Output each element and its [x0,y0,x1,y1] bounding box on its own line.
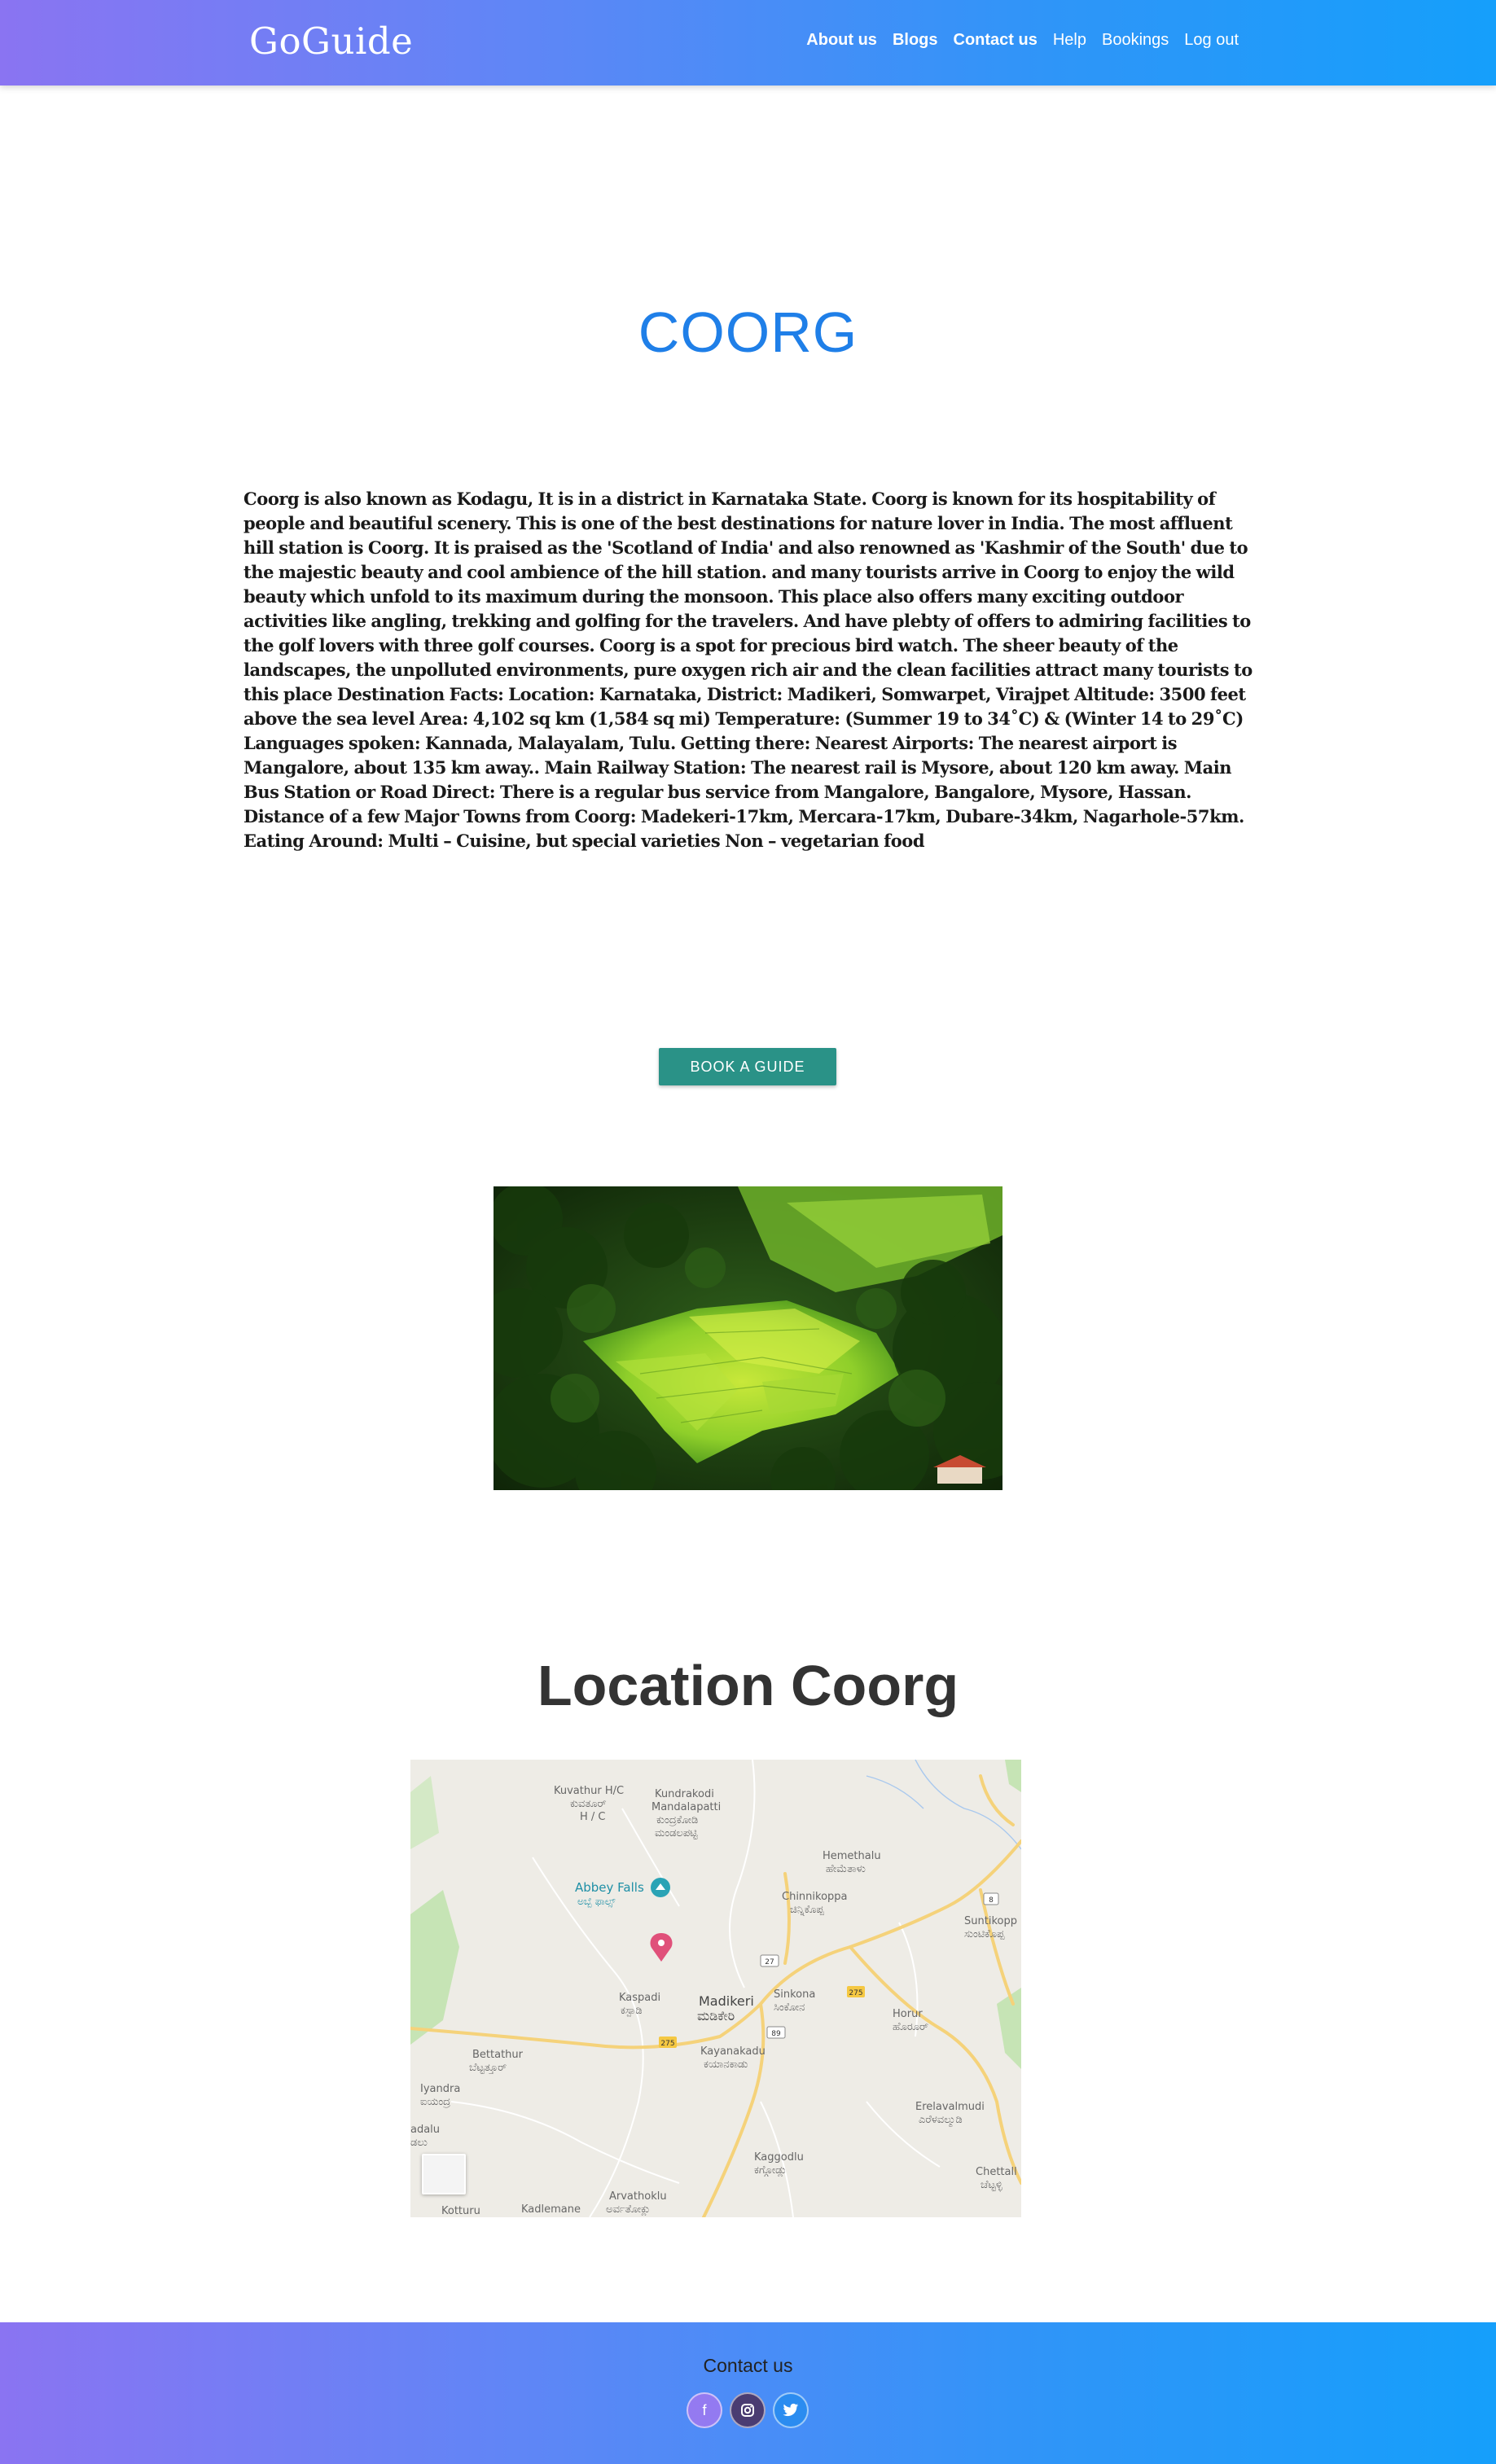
map-label-kaspadi-kn: ಕಸ್ಪಾಡಿ [621,2005,643,2018]
nav-bookings[interactable]: Bookings [1102,31,1169,50]
map-label-bettathur: Bettathur [472,2049,524,2061]
map-fullscreen-control[interactable] [422,2154,466,2194]
brand-logo[interactable]: GoGuide [249,20,413,63]
map-poi-abbey-falls-icon[interactable] [651,1878,670,1897]
location-title: Location Coorg [537,1654,959,1717]
map-label-kaggodlu-kn: ಕಗ್ಗೋಡ್ಲು [754,2164,787,2177]
map-label-kuvathur-kn: ಕುವತೂರ್ [570,1798,607,1810]
map-label-madikeri-kn: ಮಡಿಕೇರಿ [697,2008,735,2023]
map-label-mandalapatti: Mandalapatti [651,1801,721,1813]
map-shield-275b: 275 [660,2040,674,2048]
map-label-iyandra-kn: ಐಯಂದ್ರ [420,2096,450,2108]
map-label-kuvathur-hc: H / C [580,1811,606,1823]
nav-blogs[interactable]: Blogs [893,31,938,50]
map-label-erelavalmudi-kn: ಎರೆಳವಲ್ಮುಡಿ [919,2114,963,2127]
map-label-arvathoklu: Arvathoklu [609,2190,667,2203]
map-shield-8: 8 [989,1896,994,1905]
instagram-icon[interactable] [730,2392,766,2428]
map-label-chinnikoppa: Chinnikoppa [782,1891,848,1903]
footer-contact-title: Contact us [703,2355,793,2376]
map-label-arvathoklu-kn: ಅರ್ವತೋಕ್ಲು [606,2203,651,2216]
nav-contact-us[interactable]: Contact us [954,31,1038,50]
map-label-horur-kn: ಹೊರೂರ್ [893,2021,928,2033]
main-nav: About us Blogs Contact us Help Bookings … [806,31,1239,50]
map-label-iyandra: Iyandra [420,2083,460,2095]
map-label-horur: Horur [893,2008,923,2020]
location-map[interactable]: 27 275 275 89 8 Kuvathur H/C ಕುವತೂರ್ H /… [410,1760,1021,2217]
twitter-icon[interactable] [773,2392,809,2428]
map-shield-27: 27 [765,1958,774,1966]
map-label-suntikopp-kn: ಸುಂಟಿಕೊಪ್ಪ [964,1928,1004,1940]
map-label-hemethalu: Hemethalu [823,1850,881,1862]
nav-help[interactable]: Help [1053,31,1086,50]
coorg-landscape-image [494,1186,1002,1490]
map-label-hemethalu-kn: ಹೇಮೆತಾಳು [826,1863,866,1875]
map-label-kaspadi: Kaspadi [619,1992,660,2004]
map-label-kaggodlu: Kaggodlu [754,2151,804,2164]
map-label-madikeri: Madikeri [699,1993,754,2009]
map-label-kayanakadu-kn: ಕಯಾನಕಾಡು [704,2058,748,2071]
map-label-kundrakodi: Kundrakodi [655,1788,714,1800]
map-label-abbey-falls: Abbey Falls [575,1880,644,1895]
map-label-suntikopp: Suntikopp [964,1915,1017,1927]
map-label-sinkona: Sinkona [774,1988,815,2001]
map-label-kadlemane: Kadlemane [521,2203,581,2216]
map-label-sinkona-kn: ಸಿಂಕೋನ [774,2001,805,2014]
map-label-bettathur-kn: ಬೆಟ್ಟತ್ತೂರ್ [469,2062,507,2074]
top-navbar: GoGuide About us Blogs Contact us Help B… [0,0,1496,85]
nav-log-out[interactable]: Log out [1184,31,1239,50]
footer: Contact us f [0,2322,1496,2464]
book-guide-button[interactable]: BOOK A GUIDE [659,1048,836,1085]
facebook-icon[interactable]: f [687,2392,722,2428]
map-label-kuvathur: Kuvathur H/C [554,1785,624,1797]
map-shield-275a: 275 [849,1989,862,1997]
map-label-mandalapatti-kn: ಮಂಡಲಪಟ್ಟಿ [655,1827,698,1839]
map-label-abbey-falls-kn: ಅಬ್ಬೆ ಫಾಲ್ಸ್ [577,1896,616,1908]
destination-description: Coorg is also known as Kodagu, It is in … [243,489,1253,851]
map-label-erelavalmudi: Erelavalmudi [915,2101,985,2113]
map-label-chinnikoppa-kn: ಚಿನ್ನಿಕೊಪ್ಪ [790,1904,824,1916]
map-label-adalu-kn: ಡಲು [410,2137,428,2149]
nav-about-us[interactable]: About us [806,31,877,50]
map-label-chettall: Chettall [976,2166,1017,2178]
map-label-chettall-kn: ಚೆಟ್ಟಳ್ಳಿ [981,2179,1002,2191]
map-label-adalu: adalu [410,2124,440,2136]
page-title: COORG [638,300,858,364]
map-label-kayanakadu: Kayanakadu [700,2045,766,2058]
map-label-kotturu: Kotturu [441,2205,480,2217]
map-shield-89: 89 [771,2030,781,2038]
map-label-kundrakodi-kn: ಕುಂದ್ರಕೋಡಿ [656,1814,698,1826]
